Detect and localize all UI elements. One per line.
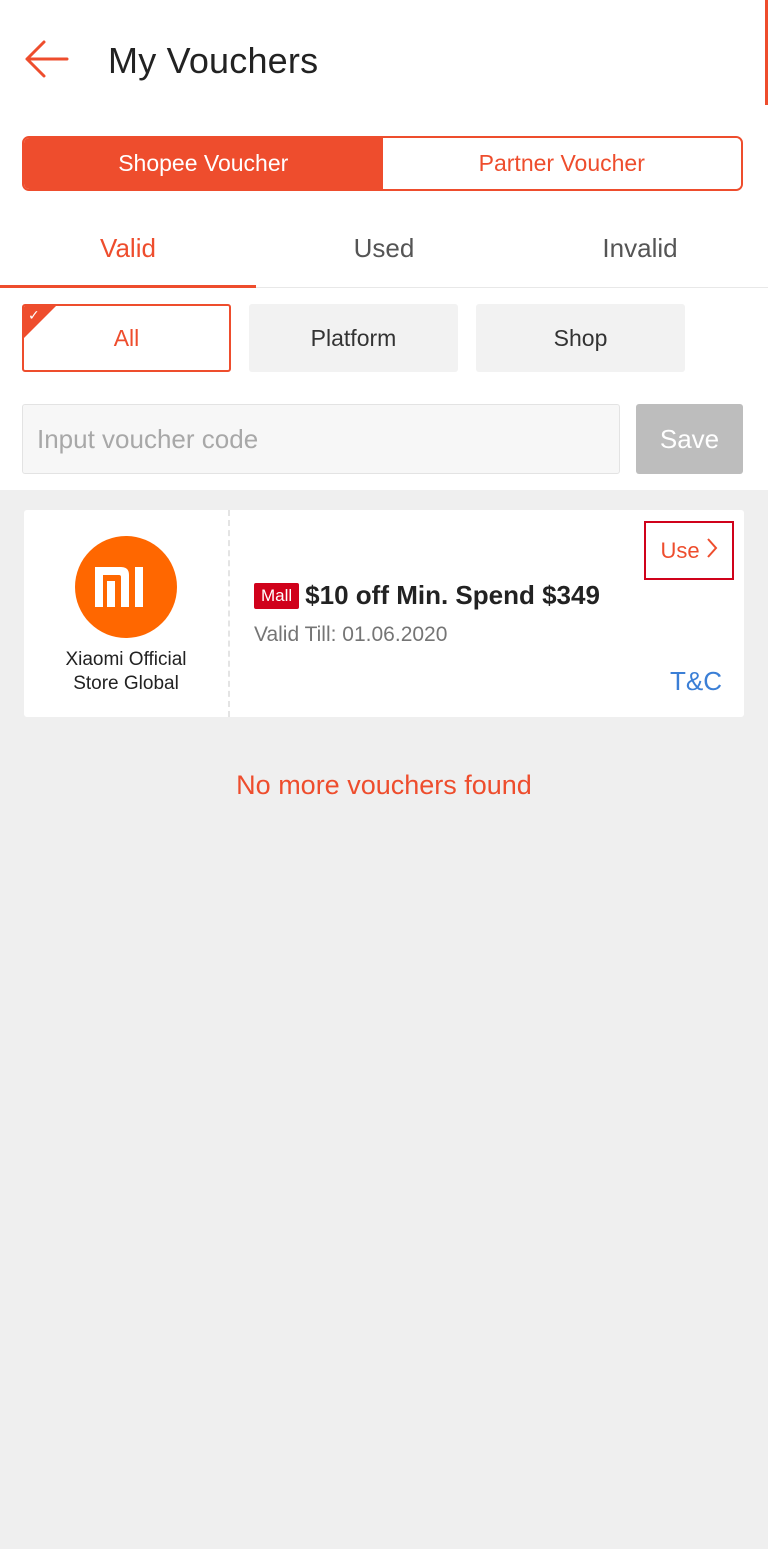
filter-shop[interactable]: Shop [476,304,685,372]
mall-badge: Mall [254,582,300,609]
use-button[interactable]: Use [644,521,734,580]
status-tabs: Valid Used Invalid [0,210,768,288]
filter-platform-label: Platform [310,324,397,351]
voucher-card[interactable]: Xiaomi Official Store Global Use Mall $1… [18,510,744,717]
voucher-code-row: Save [22,404,743,474]
no-more-vouchers-message: No more vouchers found [236,770,532,800]
tab-shopee-voucher[interactable]: Shopee Voucher [24,138,383,189]
filter-shop-label: Shop [553,324,608,351]
ticket-edge [18,518,30,708]
tab-used[interactable]: Used [256,210,512,287]
filter-platform[interactable]: Platform [249,304,458,372]
save-button[interactable]: Save [636,404,743,474]
voucher-shop-section: Xiaomi Official Store Global [18,510,230,717]
page-title: My Vouchers [108,40,319,81]
tab-partner-voucher[interactable]: Partner Voucher [382,138,741,189]
voucher-type-switch: Shopee Voucher Partner Voucher [22,136,743,191]
check-icon: ✓ [28,307,40,323]
use-label: Use [660,537,700,563]
filter-all-label: All [113,324,140,351]
arrow-left-icon [23,39,69,84]
shop-name: Xiaomi Official Store Global [65,648,186,696]
shop-name-line2: Store Global [73,673,179,694]
app-header: My Vouchers [0,0,768,120]
back-button[interactable] [20,38,72,84]
chevron-right-icon [706,537,718,565]
voucher-expiry: Valid Till: 01.06.2020 [254,623,448,646]
tab-valid[interactable]: Valid [0,210,256,288]
xiaomi-logo-icon [75,536,177,638]
tab-invalid[interactable]: Invalid [512,210,768,287]
terms-link[interactable]: T&C [670,666,722,697]
voucher-title-row: Mall $10 off Min. Spend $349 [254,580,600,611]
voucher-code-input[interactable] [22,404,620,474]
filter-all[interactable]: ✓ All [22,304,231,372]
shop-name-line1: Xiaomi Official [65,649,187,670]
filter-chips: ✓ All Platform Shop [22,304,685,372]
voucher-details: Use Mall $10 off Min. Spend $349 Valid T… [230,510,744,717]
voucher-title: $10 off Min. Spend $349 [305,580,600,610]
